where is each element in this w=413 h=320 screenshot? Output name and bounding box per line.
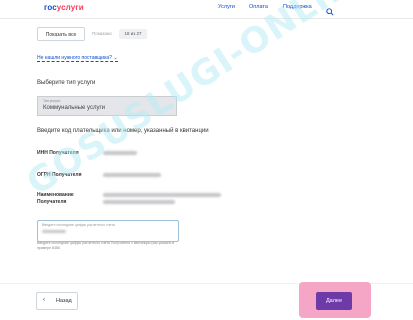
not-found-provider-link[interactable]: Не нашли нужного поставщика? ⌄: [37, 55, 118, 62]
chevron-left-icon: ‹: [43, 297, 45, 303]
account-digits-value-blurred: [42, 230, 66, 233]
service-type-title: Выберите тип услуги: [37, 80, 96, 86]
account-digits-input[interactable]: Введите последние цифры расчетного счета: [37, 220, 179, 242]
account-digits-hint: Введите последние цифры расчетного счета…: [37, 241, 175, 250]
recipient-name-blurred-1: [103, 193, 221, 197]
nav-services[interactable]: Услуги: [218, 4, 235, 10]
logo-part-uslugi: услуги: [56, 3, 84, 12]
service-type-select-label: Тип услуги: [43, 99, 61, 103]
logo-part-gos: гос: [44, 3, 57, 12]
show-all-button[interactable]: Показать все: [37, 27, 85, 41]
nav-payment[interactable]: Оплата: [249, 4, 268, 10]
shown-count: 18 из 27: [119, 29, 147, 39]
service-type-select-value: Коммунальные услуги: [43, 105, 106, 111]
account-digits-placeholder: Введите последние цифры расчетного счета: [42, 223, 115, 227]
chevron-down-icon: ⌄: [113, 55, 118, 61]
top-header: госуслуги Услуги Оплата Поддержка: [0, 0, 413, 19]
gosuslugi-logo[interactable]: госуслуги: [44, 3, 84, 12]
ogrn-value-blurred: [103, 173, 161, 177]
next-button[interactable]: Далее: [316, 292, 352, 310]
back-button[interactable]: ‹ Назад: [36, 292, 78, 310]
shown-label: Показано: [92, 31, 112, 36]
back-button-label: Назад: [56, 298, 72, 304]
recipient-name-blurred-2: [103, 200, 175, 204]
not-found-provider-text: Не нашли нужного поставщика?: [37, 55, 112, 61]
